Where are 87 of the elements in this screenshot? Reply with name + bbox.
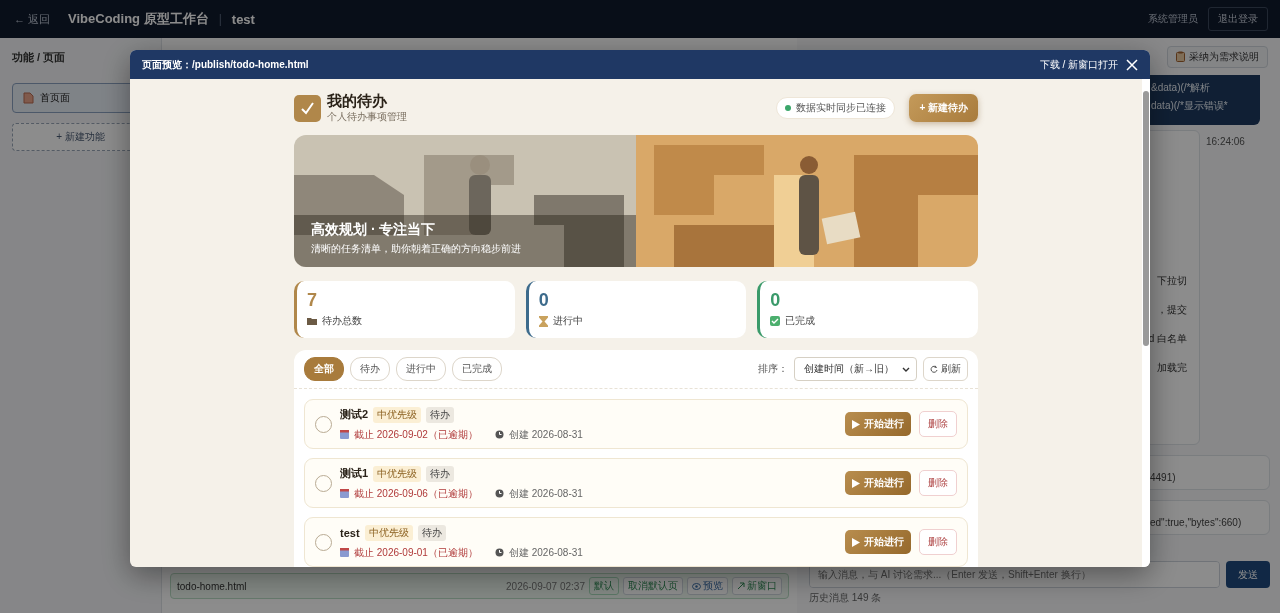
start-button[interactable]: 开始进行	[845, 412, 911, 436]
filter-tab[interactable]: 进行中	[396, 357, 446, 381]
user-name: 系统管理员	[1148, 12, 1198, 26]
new-todo-button[interactable]: + 新建待办	[909, 94, 978, 122]
play-icon	[852, 478, 860, 488]
checkbox-icon	[770, 316, 781, 326]
clock-icon	[494, 489, 504, 498]
stat-label: 待办总数	[322, 314, 362, 328]
filter-tab[interactable]: 全部	[304, 357, 344, 381]
logout-button[interactable]: 退出登录	[1208, 7, 1268, 31]
log-text: 4491)	[1150, 472, 1176, 483]
title-separator: |	[218, 12, 222, 26]
message-time: 16:24:06	[1205, 135, 1246, 149]
back-link[interactable]: ← 返回	[14, 11, 51, 27]
eye-icon	[692, 582, 701, 590]
new-window-button[interactable]: 新窗口	[732, 577, 782, 595]
default-badge: 默认	[589, 577, 619, 595]
status-tag: 待办	[417, 524, 446, 541]
arrow-icon	[737, 582, 745, 590]
due-date: 截止 2026-09-01（已逾期）	[354, 545, 478, 560]
project-name: test	[231, 11, 255, 27]
due-date: 截止 2026-09-02（已逾期）	[354, 427, 478, 442]
app-title: VibeCoding 原型工作台	[68, 10, 209, 28]
clock-icon	[494, 548, 504, 557]
message-text: ，提交	[1157, 303, 1187, 317]
modal-title: 页面预览：/publish/todo-home.html	[142, 57, 309, 72]
sort-label: 排序：	[758, 362, 788, 376]
stat-label: 进行中	[552, 314, 583, 328]
play-icon	[852, 537, 860, 547]
priority-tag: 中优先级	[373, 465, 422, 482]
page-title: 我的待办	[327, 92, 388, 110]
todo-title: 测试2	[340, 407, 369, 422]
refresh-icon	[930, 365, 938, 373]
download-link[interactable]: 下载 / 新窗口打开	[1039, 57, 1118, 72]
priority-tag: 中优先级	[364, 524, 413, 541]
created-date: 创建 2026-08-31	[508, 427, 583, 442]
hero-headline: 高效规划 · 专注当下	[311, 221, 437, 239]
hero-tagline: 清晰的任务清单，助你朝着正确的方向稳步前进	[311, 242, 521, 256]
start-button[interactable]: 开始进行	[845, 471, 911, 495]
filter-tab[interactable]: 已完成	[452, 357, 502, 381]
message-text: 下拉切	[1157, 274, 1187, 288]
adopt-requirement-button[interactable]: 采纳为需求说明	[1167, 45, 1268, 68]
priority-tag: 中优先级	[373, 406, 422, 423]
stat-value: 0	[538, 290, 550, 310]
created-date: 创建 2026-08-31	[508, 486, 583, 501]
stat-value: 7	[307, 290, 318, 310]
hourglass-icon	[538, 315, 548, 327]
caret-icon	[902, 366, 910, 372]
history-count: 历史消息 149 条	[809, 591, 883, 605]
delete-button[interactable]: 删除	[919, 411, 957, 437]
created-date: 创建 2026-08-31	[508, 545, 583, 560]
status-tag: 待办	[426, 406, 455, 423]
stat-value: 0	[770, 290, 782, 310]
refresh-button[interactable]: 刷新	[923, 357, 968, 381]
page-subtitle: 个人待办事项管理	[327, 110, 407, 124]
message-text: data)(/*显示错误*	[1151, 99, 1229, 113]
page-icon	[23, 92, 34, 104]
preview-button[interactable]: 预览	[687, 577, 728, 595]
file-time: 2026-09-07 02:37	[506, 580, 585, 592]
checkmark-logo-icon	[294, 94, 321, 122]
unset-default-button[interactable]: 取消默认页	[623, 577, 683, 595]
calendar-icon	[340, 430, 349, 439]
message-text: 加载完	[1157, 361, 1187, 375]
sync-label: 数据实时同步已连接	[796, 101, 887, 115]
calendar-icon	[340, 489, 349, 498]
status-tag: 待办	[426, 465, 455, 482]
close-icon[interactable]	[1126, 58, 1138, 71]
todo-title: 测试1	[340, 466, 369, 481]
send-button[interactable]: 发送	[1226, 561, 1270, 588]
clipboard-icon	[1176, 51, 1185, 62]
log-text: ed":true,"bytes":660)	[1150, 517, 1242, 528]
todo-title: test	[340, 526, 360, 539]
play-icon	[852, 419, 860, 429]
sidebar-heading: 功能 / 页面	[12, 50, 66, 65]
clock-icon	[494, 430, 504, 439]
calendar-icon	[340, 548, 349, 557]
due-date: 截止 2026-09-06（已逾期）	[354, 486, 478, 501]
scrollbar[interactable]	[1142, 79, 1150, 567]
delete-button[interactable]: 删除	[919, 529, 957, 555]
filter-tab[interactable]: 待办	[350, 357, 390, 381]
start-button[interactable]: 开始进行	[845, 530, 911, 554]
message-text: &data)(/*解析	[1151, 81, 1212, 95]
file-name: todo-home.html	[177, 580, 247, 592]
stat-label: 已完成	[785, 314, 816, 328]
sort-dropdown[interactable]: 创建时间（新→旧）	[794, 357, 917, 381]
folder-icon	[307, 317, 317, 325]
delete-button[interactable]: 删除	[919, 470, 957, 496]
